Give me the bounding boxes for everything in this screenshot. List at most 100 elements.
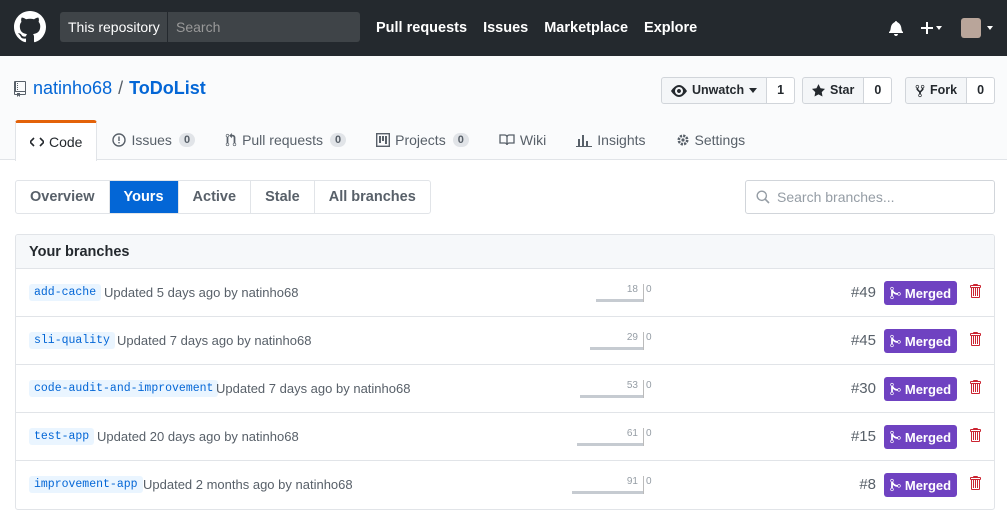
branch-name-link[interactable]: improvement-app <box>29 476 143 493</box>
repo-title: natinho68 / ToDoList <box>14 78 206 99</box>
repo-separator: / <box>118 78 124 98</box>
repo-name-link[interactable]: ToDoList <box>129 78 206 99</box>
tab-pull-requests[interactable]: Pull requests 0 <box>210 120 361 160</box>
trash-icon[interactable] <box>969 283 981 299</box>
global-header: This repository Search Pull requests Iss… <box>0 0 1007 56</box>
nav-marketplace[interactable]: Marketplace <box>544 20 628 36</box>
branch-name-link[interactable]: test-app <box>29 428 95 445</box>
branch-updated-text: Updated 20 days ago by <box>97 429 238 444</box>
fork-count[interactable]: 0 <box>967 77 996 104</box>
pr-number-link[interactable]: #30 <box>851 380 876 397</box>
tab-issues[interactable]: Issues 0 <box>97 120 210 160</box>
behind-count: 61 <box>626 428 638 439</box>
nav-pull-requests[interactable]: Pull requests <box>376 20 467 36</box>
star-icon <box>812 84 825 97</box>
tab-pull-requests-label: Pull requests <box>242 132 323 148</box>
tab-pull-requests-count: 0 <box>330 133 347 147</box>
plus-dropdown-icon[interactable] <box>921 21 943 35</box>
trash-icon[interactable] <box>969 331 981 347</box>
branch-updated-text: Updated 7 days ago by <box>117 333 251 348</box>
eye-icon <box>671 84 687 97</box>
pr-number-link[interactable]: #15 <box>851 428 876 445</box>
tab-settings[interactable]: Settings <box>661 120 761 160</box>
repo-owner-link[interactable]: natinho68 <box>33 78 112 99</box>
branch-row: sli-quality Updated 7 days ago by natinh… <box>16 317 994 365</box>
merged-badge[interactable]: Merged <box>884 473 957 497</box>
branch-row: code-audit-and-improvement Updated 7 day… <box>16 365 994 413</box>
tab-settings-label: Settings <box>694 132 746 148</box>
subnav-overview[interactable]: Overview <box>16 181 110 213</box>
behind-bar <box>572 491 644 494</box>
branch-author-link[interactable]: natinho68 <box>353 381 410 396</box>
branch-author-link[interactable]: natinho68 <box>242 429 299 444</box>
merged-label: Merged <box>904 429 952 445</box>
trash-icon[interactable] <box>969 379 981 395</box>
branch-updated: Updated 7 days ago by natinho68 <box>216 381 410 396</box>
star-button[interactable]: Star <box>802 77 865 104</box>
subnav-active[interactable]: Active <box>179 181 252 213</box>
branch-updated: Updated 7 days ago by natinho68 <box>117 333 311 348</box>
unwatch-label: Unwatch <box>692 83 745 97</box>
divergence-divider <box>643 380 644 398</box>
divergence-divider <box>643 332 644 350</box>
trash-icon[interactable] <box>969 475 981 491</box>
branch-search-input[interactable] <box>777 189 977 205</box>
your-branches-box: Your branches add-cache Updated 5 days a… <box>15 234 995 510</box>
pr-number-link[interactable]: #8 <box>859 476 876 493</box>
merged-badge[interactable]: Merged <box>884 425 957 449</box>
subnav-all-branches[interactable]: All branches <box>315 181 430 213</box>
tab-code[interactable]: Code <box>15 120 98 161</box>
tab-projects-count: 0 <box>452 133 469 147</box>
branch-row: test-app Updated 20 days ago by natinho6… <box>16 413 994 461</box>
global-nav: Pull requests Issues Marketplace Explore <box>376 0 713 56</box>
tab-wiki[interactable]: Wiki <box>484 120 561 160</box>
branch-name-link[interactable]: sli-quality <box>29 332 115 349</box>
search-scope-label: This repository <box>60 12 168 42</box>
project-icon <box>376 133 391 147</box>
nav-explore[interactable]: Explore <box>644 20 697 36</box>
github-logo-icon[interactable] <box>14 11 46 43</box>
ahead-count: 0 <box>646 380 652 391</box>
header-actions <box>871 0 995 56</box>
pr-number-link[interactable]: #49 <box>851 284 876 301</box>
star-count[interactable]: 0 <box>864 77 893 104</box>
merge-icon <box>890 286 901 300</box>
merged-label: Merged <box>904 477 952 493</box>
bell-icon[interactable] <box>889 20 903 36</box>
tab-insights-label: Insights <box>597 132 646 148</box>
merged-badge[interactable]: Merged <box>884 377 957 401</box>
branch-author-link[interactable]: natinho68 <box>254 333 311 348</box>
branch-name-link[interactable]: add-cache <box>29 284 102 301</box>
branch-updated-text: Updated 5 days ago by <box>104 285 238 300</box>
avatar-dropdown[interactable] <box>961 18 995 38</box>
subnav-yours[interactable]: Yours <box>109 181 179 213</box>
unwatch-button[interactable]: Unwatch <box>661 77 768 104</box>
branch-updated-text: Updated 2 months ago by <box>143 477 292 492</box>
branch-updated-text: Updated 7 days ago by <box>216 381 350 396</box>
watch-count[interactable]: 1 <box>767 77 796 104</box>
behind-bar <box>580 395 644 398</box>
tab-issues-count: 0 <box>178 133 196 147</box>
divergence-divider <box>643 284 644 302</box>
behind-count: 91 <box>626 476 638 487</box>
tab-insights[interactable]: Insights <box>561 120 660 160</box>
trash-icon[interactable] <box>969 427 981 443</box>
repo-tabs: Code Issues 0 Pull requests 0 Projects 0… <box>15 120 761 161</box>
book-icon <box>499 134 515 146</box>
branch-author-link[interactable]: natinho68 <box>296 477 353 492</box>
merged-badge[interactable]: Merged <box>884 329 957 353</box>
merged-label: Merged <box>904 333 952 349</box>
ahead-count: 0 <box>646 332 652 343</box>
star-label: Star <box>830 83 855 97</box>
branch-name-link[interactable]: code-audit-and-improvement <box>29 380 219 397</box>
ahead-count: 0 <box>646 476 652 487</box>
global-search-input[interactable]: Search <box>168 12 360 42</box>
merged-badge[interactable]: Merged <box>884 281 957 305</box>
branch-author-link[interactable]: natinho68 <box>241 285 298 300</box>
nav-issues[interactable]: Issues <box>483 20 528 36</box>
subnav-stale[interactable]: Stale <box>251 181 315 213</box>
fork-button[interactable]: Fork <box>905 77 968 104</box>
pr-number-link[interactable]: #45 <box>851 332 876 349</box>
tab-projects[interactable]: Projects 0 <box>361 120 484 160</box>
merge-icon <box>890 430 901 444</box>
